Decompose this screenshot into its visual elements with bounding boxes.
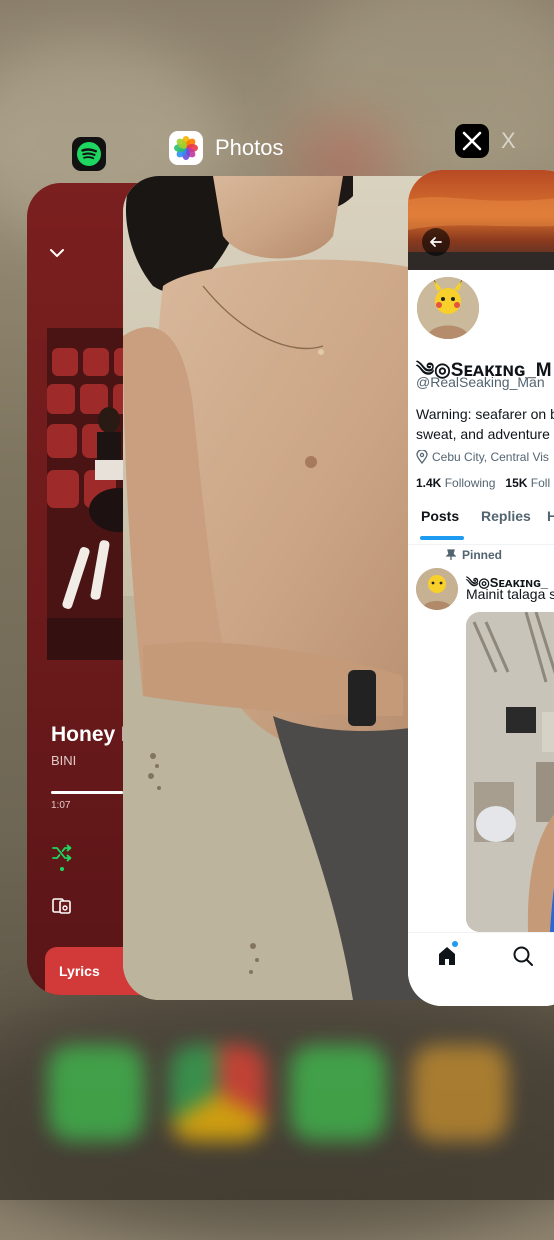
photos-icon [169, 131, 203, 165]
pinned-label: Pinned [462, 548, 503, 562]
shuffle-active-dot [60, 867, 64, 871]
location-pin-icon [416, 450, 428, 464]
app-label-x[interactable]: X [455, 124, 516, 158]
profile-bio: Warning: seafarer on b sweat, and advent… [416, 404, 554, 444]
app-label-text: X [501, 128, 516, 153]
post-media-image[interactable] [466, 612, 554, 932]
profile-tabs: Posts Replies H [408, 508, 554, 545]
pinned-indicator: Pinned [446, 548, 502, 562]
dock-app-phone[interactable] [48, 1045, 144, 1141]
profile-follow-counts: 1.4K Following 15K Foll [416, 476, 550, 490]
dock-app-messages[interactable] [290, 1045, 386, 1141]
followers-link[interactable]: 15K Foll [505, 476, 550, 490]
search-icon[interactable] [512, 945, 534, 967]
active-tab-indicator [420, 536, 464, 540]
shuffle-icon[interactable] [51, 843, 73, 863]
profile-bio-line: Warning: seafarer on b [416, 406, 554, 422]
profile-avatar[interactable] [414, 274, 482, 342]
home-icon[interactable] [436, 945, 458, 967]
dock-app-orange[interactable] [412, 1045, 508, 1141]
x-icon [455, 124, 489, 158]
following-count: 1.4K [416, 476, 442, 490]
app-label-text: Photos [215, 135, 284, 160]
following-link[interactable]: 1.4K Following [416, 476, 495, 490]
spotify-icon [72, 137, 106, 171]
profile-handle: @RealSeaking_Man [416, 374, 545, 390]
elapsed-time: 1:07 [51, 800, 71, 811]
following-label: Following [444, 476, 496, 490]
post-author-avatar[interactable] [416, 568, 458, 610]
notification-dot [452, 941, 458, 947]
connect-device-icon[interactable] [52, 897, 72, 915]
pin-icon [446, 549, 456, 560]
dock-app-chrome[interactable] [170, 1045, 266, 1141]
followers-label: Foll [530, 476, 551, 490]
profile-location-text: Cebu City, Central Vis [432, 450, 549, 464]
profile-bio-line: sweat, and adventure [416, 426, 550, 442]
bottom-nav-bar [408, 932, 554, 1006]
profile-location: Cebu City, Central Vis [416, 450, 549, 464]
track-artist[interactable]: BINI [51, 753, 76, 768]
app-label-spotify[interactable] [72, 137, 118, 171]
playback-progress-fill [51, 791, 123, 794]
x-app-card[interactable]: ༄◎Sᴇᴀᴋɪɴɢ_M @RealSeaking_Man Warning: se… [408, 170, 554, 1006]
app-label-photos[interactable]: Photos [169, 131, 284, 165]
tab-posts[interactable]: Posts [421, 508, 459, 524]
chevron-down-icon[interactable] [49, 245, 65, 261]
followers-count: 15K [505, 476, 528, 490]
tab-replies[interactable]: Replies [481, 508, 531, 524]
post-text: Mainit talaga s [466, 586, 554, 602]
back-arrow-icon[interactable] [422, 228, 450, 256]
tab-highlights[interactable]: H [547, 508, 554, 524]
